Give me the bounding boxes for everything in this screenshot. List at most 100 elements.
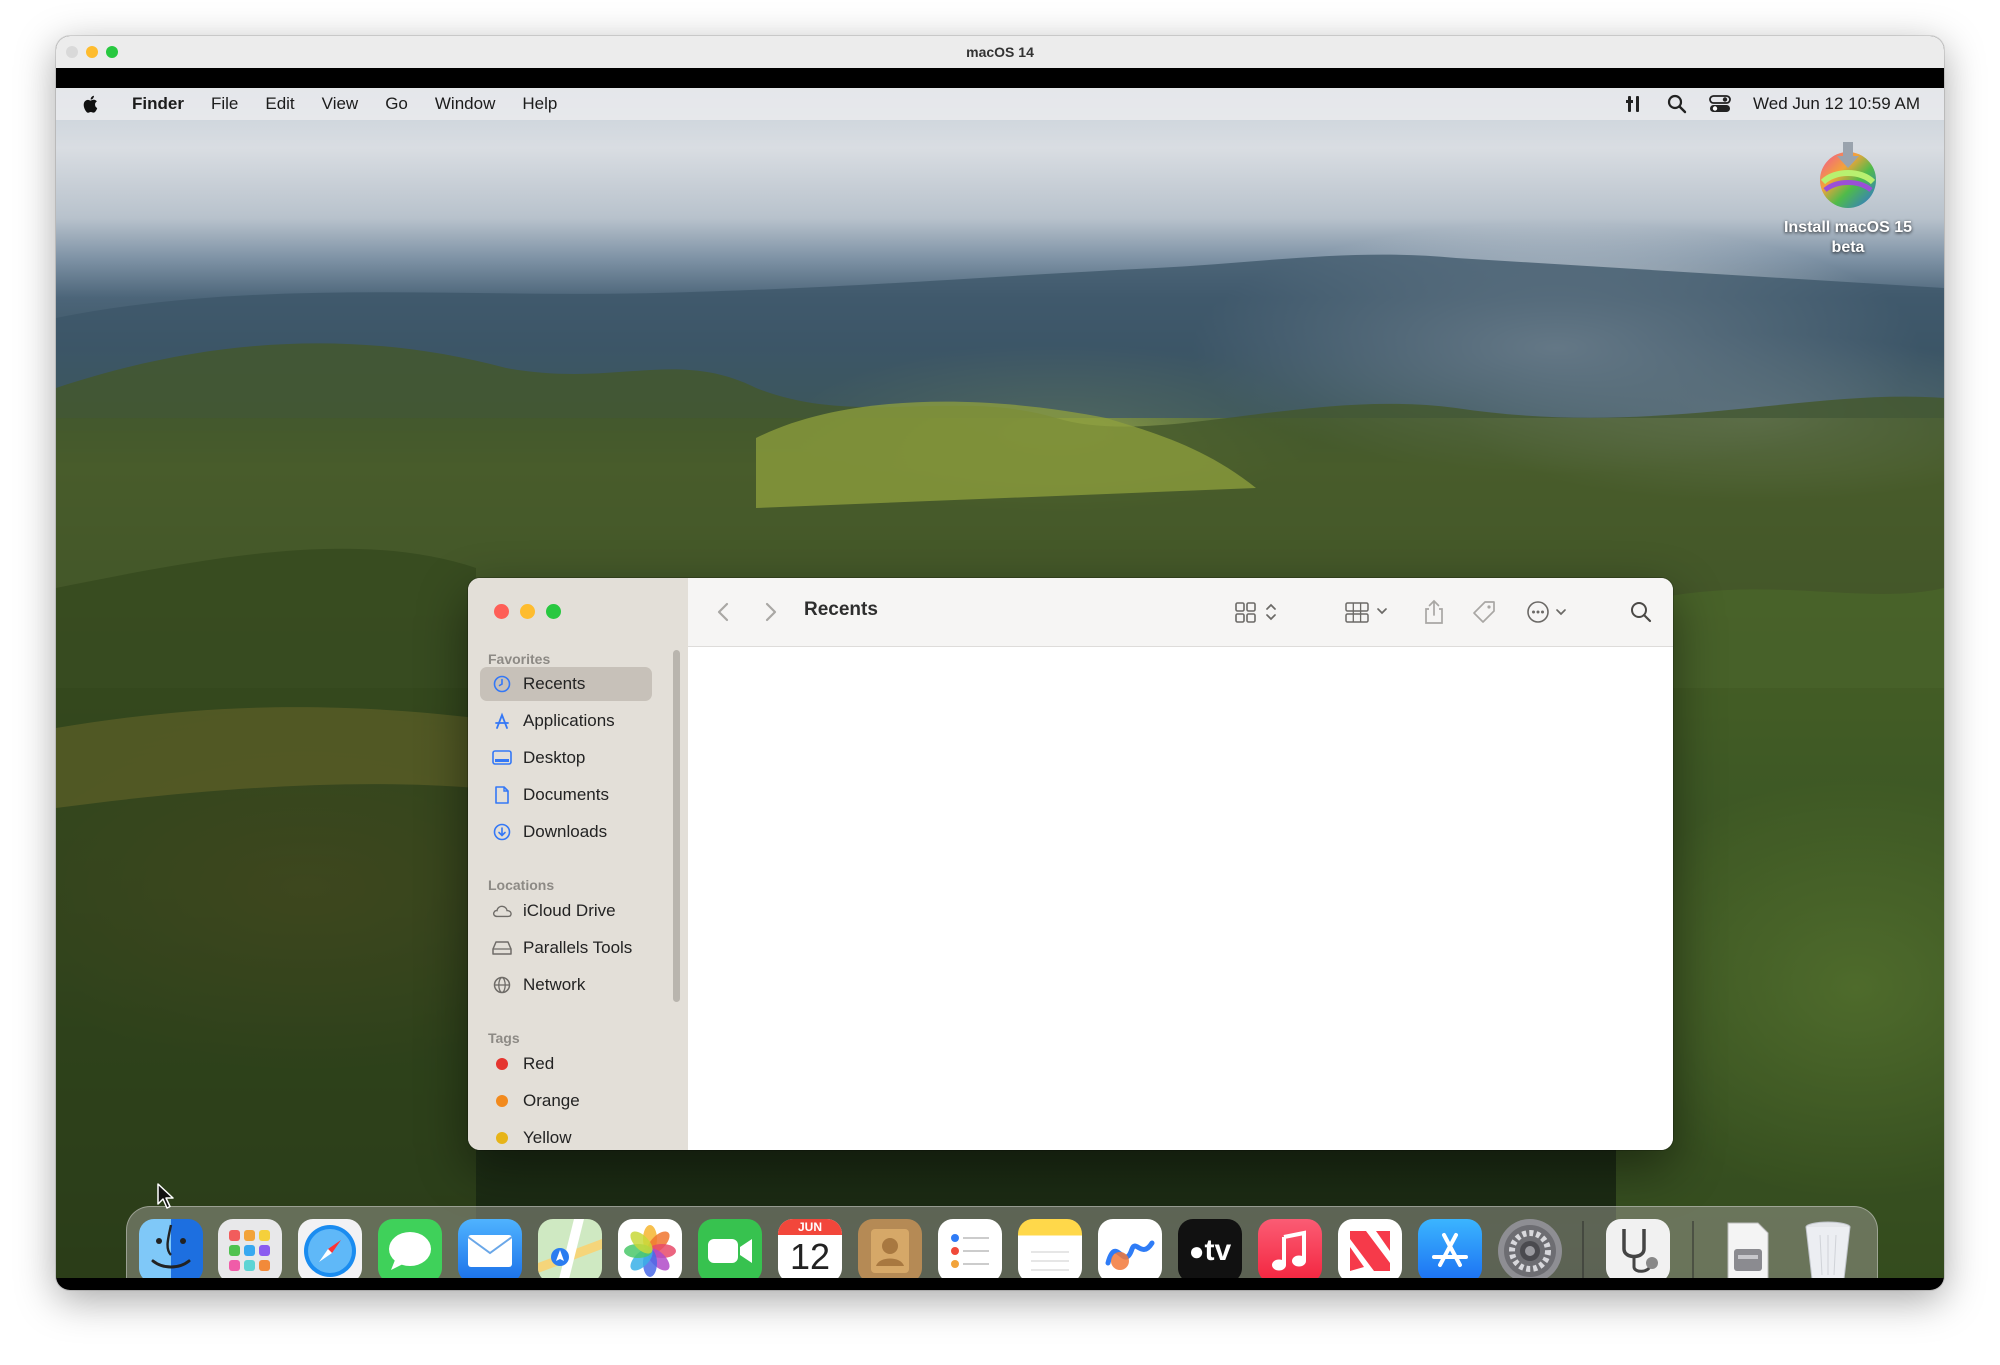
- dock-finder[interactable]: [139, 1219, 203, 1278]
- vm-title: macOS 14: [966, 44, 1034, 60]
- sidebar-item-label: Desktop: [523, 748, 586, 767]
- applications-icon: [492, 711, 512, 731]
- finder-sidebar: Favorites Recents Applications Desktop D…: [468, 578, 689, 1150]
- vm-titlebar: macOS 14: [56, 36, 1944, 69]
- share-icon: [1425, 599, 1443, 624]
- sidebar-item-label: Parallels Tools: [523, 938, 633, 957]
- group-button[interactable]: [1344, 598, 1392, 626]
- close-button[interactable]: [494, 604, 509, 619]
- more-actions-button[interactable]: [1526, 598, 1572, 626]
- drive-icon: [492, 938, 512, 958]
- freeform-icon: [1105, 1240, 1155, 1270]
- view-mode-button[interactable]: [1234, 598, 1280, 626]
- back-button[interactable]: [716, 598, 732, 626]
- dock-calendar[interactable]: JUN 12: [778, 1219, 842, 1278]
- desktop-icon-label: Install macOS 15 beta: [1778, 218, 1918, 258]
- spotlight-icon[interactable]: [1667, 94, 1687, 114]
- search-button[interactable]: [1629, 598, 1653, 626]
- sidebar-tag-yellow[interactable]: Yellow: [480, 1121, 652, 1150]
- sidebar-item-label: Orange: [523, 1091, 580, 1110]
- dock-photos[interactable]: [618, 1219, 682, 1278]
- sidebar-tag-orange[interactable]: Orange: [480, 1084, 652, 1118]
- sidebar-item-icloud-drive[interactable]: iCloud Drive: [480, 894, 652, 928]
- sidebar-section-favorites: Favorites: [488, 651, 551, 667]
- tag-dot-icon: [496, 1095, 508, 1107]
- sidebar-item-documents[interactable]: Documents: [480, 778, 652, 812]
- desktop-icon-label-line1: Install macOS 15: [1783, 219, 1913, 236]
- sidebar-item-recents[interactable]: Recents: [480, 667, 652, 701]
- vm-window: macOS 14 Finder File Edit View Go Window…: [56, 36, 1944, 1290]
- menu-help[interactable]: Help: [522, 94, 557, 114]
- parallels-tools-icon[interactable]: [1625, 94, 1645, 114]
- menu-view[interactable]: View: [322, 94, 359, 114]
- sidebar-item-desktop[interactable]: Desktop: [480, 741, 652, 775]
- installer-disc-icon: [1815, 140, 1881, 210]
- dock-music[interactable]: [1258, 1219, 1322, 1278]
- safari-icon: [304, 1225, 356, 1277]
- more-icon: [1527, 601, 1566, 623]
- sidebar-item-label: Recents: [523, 674, 586, 693]
- zoom-button[interactable]: [546, 604, 561, 619]
- vm-close-button[interactable]: [66, 46, 78, 58]
- forward-button[interactable]: [762, 598, 778, 626]
- menu-clock[interactable]: Wed Jun 12 10:59 AM: [1753, 94, 1920, 114]
- dock-freeform[interactable]: [1098, 1219, 1162, 1278]
- dock-parallels-tools[interactable]: [1606, 1219, 1670, 1278]
- desktop-icon-label-line2: beta: [1831, 239, 1865, 256]
- menu-go[interactable]: Go: [385, 94, 408, 114]
- dock-app-store[interactable]: [1418, 1219, 1482, 1278]
- view-options-icon: [1235, 602, 1276, 623]
- vm-minimize-button[interactable]: [86, 46, 98, 58]
- document-icon: [492, 785, 512, 805]
- menu-edit[interactable]: Edit: [265, 94, 294, 114]
- tag-button[interactable]: [1471, 598, 1497, 626]
- sidebar-item-applications[interactable]: Applications: [480, 704, 652, 738]
- download-icon: [492, 822, 512, 842]
- dock-safari[interactable]: [298, 1219, 362, 1278]
- mail-icon: [467, 1235, 513, 1267]
- dock-messages[interactable]: [378, 1219, 442, 1278]
- forward-icon: [765, 602, 777, 622]
- minimize-button[interactable]: [520, 604, 535, 619]
- vm-zoom-button[interactable]: [106, 46, 118, 58]
- share-button[interactable]: [1422, 598, 1446, 626]
- dock-contacts[interactable]: [858, 1219, 922, 1278]
- dock-news[interactable]: [1338, 1219, 1402, 1278]
- dock-maps[interactable]: [538, 1219, 602, 1278]
- app-store-icon: [1432, 1233, 1468, 1267]
- reminders-icon: [951, 1234, 989, 1268]
- menu-app-finder[interactable]: Finder: [132, 94, 184, 114]
- apple-icon[interactable]: [82, 94, 100, 114]
- dock-installer[interactable]: [1716, 1219, 1780, 1278]
- dock-tv[interactable]: ● tv: [1178, 1219, 1242, 1278]
- dock-trash[interactable]: [1796, 1219, 1860, 1278]
- dock-notes[interactable]: [1018, 1219, 1082, 1278]
- trash-icon: [1805, 1221, 1851, 1278]
- dock-launchpad[interactable]: [218, 1219, 282, 1278]
- gear-icon: [1504, 1225, 1556, 1277]
- dock-mail[interactable]: [458, 1219, 522, 1278]
- menu-bar: Finder File Edit View Go Window Help Wed…: [56, 88, 1944, 120]
- launchpad-icon: [229, 1230, 270, 1271]
- sidebar-item-network[interactable]: Network: [480, 968, 652, 1002]
- calendar-day: 12: [789, 1236, 831, 1277]
- messages-icon: [389, 1232, 431, 1270]
- menu-window[interactable]: Window: [435, 94, 495, 114]
- facetime-icon: [708, 1239, 752, 1263]
- sidebar-section-tags: Tags: [488, 1030, 520, 1046]
- menu-file[interactable]: File: [211, 94, 238, 114]
- control-center-icon[interactable]: [1709, 94, 1731, 114]
- sidebar-tag-red[interactable]: Red: [480, 1047, 652, 1081]
- sidebar-item-downloads[interactable]: Downloads: [480, 815, 652, 849]
- sidebar-section-locations: Locations: [488, 877, 555, 893]
- apple-tv-icon: ●: [1188, 1235, 1205, 1266]
- dock-facetime[interactable]: [698, 1219, 762, 1278]
- desktop-icon-install-macos[interactable]: Install macOS 15 beta: [1778, 140, 1918, 258]
- sidebar-item-parallels-tools[interactable]: Parallels Tools: [480, 931, 652, 965]
- tag-dot-icon: [496, 1132, 508, 1144]
- dock-reminders[interactable]: [938, 1219, 1002, 1278]
- sidebar-scrollbar[interactable]: [673, 650, 680, 1002]
- sidebar-item-label: Downloads: [523, 822, 608, 841]
- finder-file-area[interactable]: [688, 647, 1673, 1150]
- dock-system-settings[interactable]: [1498, 1219, 1562, 1278]
